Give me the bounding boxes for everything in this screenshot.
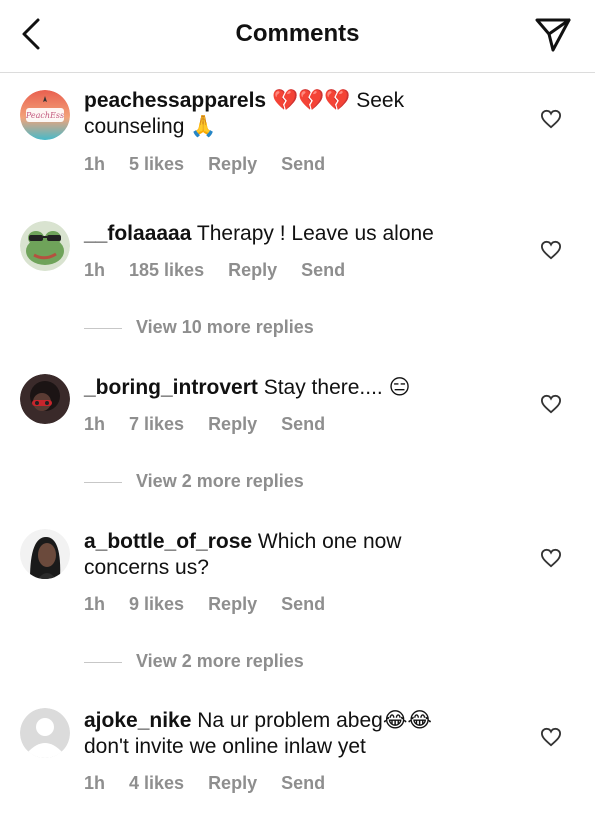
comment-username[interactable]: ajoke_nike	[84, 709, 191, 732]
comment-likes[interactable]: 4 likes	[129, 773, 184, 793]
comment-time: 1h	[84, 414, 106, 434]
divider-line	[84, 327, 122, 329]
send-button[interactable]: Send	[281, 773, 325, 793]
default-avatar-icon	[20, 708, 70, 758]
comment-likes[interactable]: 9 likes	[129, 594, 184, 614]
view-more-replies[interactable]: View 2 more replies	[84, 651, 304, 675]
comment-time: 1h	[84, 260, 106, 280]
divider-line	[84, 661, 122, 663]
view-more-label: View 2 more replies	[136, 471, 304, 491]
comment-likes[interactable]: 7 likes	[129, 414, 184, 434]
send-button[interactable]: Send	[301, 260, 345, 280]
comment-text-line1: Na ur problem abeg😂😂	[191, 709, 432, 732]
comment-text-line1: 💔💔💔 Seek	[266, 89, 405, 112]
send-button[interactable]: Send	[281, 594, 325, 614]
divider-line	[84, 481, 122, 483]
comment-text-line2: concerns us?	[84, 556, 209, 579]
page-title: Comments	[235, 20, 360, 47]
header-bar: Comments	[0, 0, 595, 73]
comment-text-line1: Which one now	[252, 530, 402, 553]
svg-text:PeachEss: PeachEss	[25, 111, 64, 120]
view-more-label: View 10 more replies	[136, 317, 314, 337]
comment-meta: 1h 9 likes Reply Send	[84, 594, 349, 615]
comment-time: 1h	[84, 154, 106, 174]
avatar[interactable]: PeachEss	[20, 90, 70, 140]
avatar[interactable]	[20, 529, 70, 579]
reply-button[interactable]: Reply	[208, 154, 257, 174]
heart-outline-icon[interactable]	[540, 727, 562, 747]
peachess-logo: PeachEss	[20, 90, 70, 140]
comment-text: ajoke_nike Na ur problem abeg😂😂 don't in…	[84, 708, 504, 760]
view-more-replies[interactable]: View 10 more replies	[84, 317, 314, 341]
comment-username[interactable]: a_bottle_of_rose	[84, 530, 252, 553]
comment-time: 1h	[84, 594, 106, 614]
avatar[interactable]	[20, 221, 70, 271]
paper-plane-icon	[535, 18, 571, 52]
comment-time: 1h	[84, 773, 106, 793]
comment-text: _boring_introvert Stay there.... 😑	[84, 375, 504, 401]
comment-likes[interactable]: 185 likes	[129, 260, 204, 280]
comment-text: peachessapparels 💔💔💔 Seek counseling 🙏	[84, 88, 504, 140]
view-more-label: View 2 more replies	[136, 651, 304, 671]
comment-username[interactable]: __folaaaaa	[84, 222, 191, 245]
avatar[interactable]	[20, 374, 70, 424]
comment-text-line2: don't invite we online inlaw yet	[84, 735, 366, 758]
reply-button[interactable]: Reply	[208, 773, 257, 793]
view-more-replies[interactable]: View 2 more replies	[84, 471, 304, 495]
comment-meta: 1h 5 likes Reply Send	[84, 154, 349, 175]
frog-avatar-image	[20, 221, 70, 271]
person-avatar-image	[20, 529, 70, 579]
person-avatar-image	[20, 374, 70, 424]
heart-outline-icon[interactable]	[540, 548, 562, 568]
comment-text-line1: Therapy ! Leave us alone	[191, 222, 434, 245]
heart-outline-icon[interactable]	[540, 109, 562, 129]
comment-text-line2: counseling 🙏	[84, 115, 217, 138]
reply-button[interactable]: Reply	[208, 414, 257, 434]
comment-text: a_bottle_of_rose Which one now concerns …	[84, 529, 504, 581]
heart-outline-icon[interactable]	[540, 240, 562, 260]
send-button[interactable]: Send	[281, 154, 325, 174]
heart-outline-icon[interactable]	[540, 394, 562, 414]
send-button[interactable]: Send	[281, 414, 325, 434]
comment-meta: 1h 7 likes Reply Send	[84, 414, 349, 435]
reply-button[interactable]: Reply	[228, 260, 277, 280]
comment-username[interactable]: _boring_introvert	[84, 376, 258, 399]
share-button[interactable]	[533, 16, 573, 54]
reply-button[interactable]: Reply	[208, 594, 257, 614]
comment-username[interactable]: peachessapparels	[84, 89, 266, 112]
comment-text-line1: Stay there.... 😑	[257, 376, 411, 399]
comment-meta: 1h 4 likes Reply Send	[84, 773, 349, 794]
avatar[interactable]	[20, 708, 70, 758]
comment-text: __folaaaaa Therapy ! Leave us alone	[84, 221, 504, 247]
comment-likes[interactable]: 5 likes	[129, 154, 184, 174]
comment-meta: 1h 185 likes Reply Send	[84, 260, 369, 281]
